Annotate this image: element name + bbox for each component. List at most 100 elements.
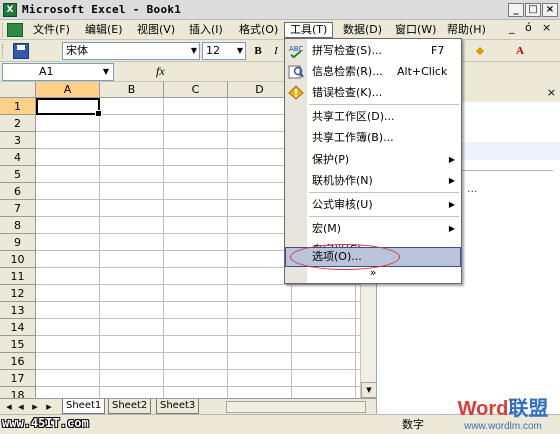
row-header[interactable]: 16 <box>0 353 36 370</box>
active-cell-a1[interactable] <box>36 98 102 117</box>
font-name-value: 宋体 <box>66 44 88 57</box>
font-size-select[interactable]: 12 ▼ <box>202 42 246 60</box>
menu-item-error-check[interactable]: 错误检查(K)... <box>285 82 461 103</box>
doc-restore-button[interactable]: ó <box>520 20 537 36</box>
column-header-a[interactable]: A <box>36 82 100 98</box>
maximize-button[interactable]: □ <box>525 3 541 17</box>
spellcheck-icon: ABC <box>288 43 304 59</box>
error-check-icon <box>288 85 304 100</box>
menu-item-shared-workspace[interactable]: 共享工作区(D)... <box>285 106 461 127</box>
menu-item-share-workbook[interactable]: 共享工作簿(B)... <box>285 127 461 148</box>
close-button[interactable]: × <box>542 3 558 17</box>
column-header-d[interactable]: D <box>228 82 292 98</box>
row-header[interactable]: 5 <box>0 166 36 183</box>
bold-button[interactable]: B <box>250 43 266 59</box>
document-icon[interactable] <box>7 23 23 37</box>
row-header[interactable]: 4 <box>0 149 36 166</box>
toolbar-grip[interactable] <box>2 44 5 58</box>
menu-grip[interactable] <box>2 23 5 37</box>
menu-item-spellcheck[interactable]: ABC 拼写检查(S)... F7 <box>285 40 461 61</box>
save-icon[interactable] <box>13 43 29 59</box>
close-icon[interactable]: × <box>547 86 556 99</box>
column-header-b[interactable]: B <box>100 82 164 98</box>
menu-separator <box>309 104 459 105</box>
row-header[interactable]: 11 <box>0 268 36 285</box>
menu-bar: 文件(F) 编辑(E) 视图(V) 插入(I) 格式(O) 工具(T) 数据(D… <box>0 20 560 40</box>
formatting-toolbar: 宋体 ▼ 12 ▼ B I ◆ A <box>0 40 560 62</box>
menu-separator <box>309 216 459 217</box>
chevron-down-icon[interactable]: ▼ <box>103 64 109 80</box>
sheet-tab-bar: ◀ ◀ ▶ ▶ Sheet1 Sheet2 Sheet3 <box>0 398 376 414</box>
window-title: Microsoft Excel - Book1 <box>22 3 182 16</box>
submenu-arrow-icon: ▶ <box>448 224 455 233</box>
doc-close-button[interactable]: × <box>537 20 556 36</box>
row-header[interactable]: 14 <box>0 319 36 336</box>
watermark-cn: 联盟 <box>508 398 549 420</box>
sheet-tab-3[interactable]: Sheet3 <box>156 399 200 414</box>
watermark-url: www.wordlm.com <box>464 421 542 432</box>
font-size-value: 12 <box>206 44 220 57</box>
row-header[interactable]: 9 <box>0 234 36 251</box>
submenu-arrow-icon: ▶ <box>448 200 455 209</box>
watermark-left: www.45IT.com <box>2 416 89 430</box>
next-sheet-icon[interactable]: ▶ <box>30 401 40 413</box>
row-header[interactable]: 2 <box>0 115 36 132</box>
row-header[interactable]: 12 <box>0 285 36 302</box>
menu-format[interactable]: 格式(O) <box>234 22 283 38</box>
menu-tools[interactable]: 工具(T) <box>284 22 334 38</box>
row-header[interactable]: 6 <box>0 183 36 200</box>
scroll-down-icon[interactable]: ▼ <box>361 382 377 398</box>
menu-item-research[interactable]: 信息检索(R)... Alt+Click <box>285 61 461 82</box>
last-sheet-icon[interactable]: ▶ <box>44 401 54 413</box>
prev-sheet-icon[interactable]: ◀ <box>16 401 26 413</box>
submenu-arrow-icon: ▶ <box>448 155 455 164</box>
name-box-value: A1 <box>39 65 54 78</box>
menu-item-formula-auditing[interactable]: 公式审核(U) ▶ <box>285 194 461 215</box>
menu-item-protection[interactable]: 保护(P) ▶ <box>285 149 461 170</box>
excel-app-icon[interactable]: X <box>3 3 17 17</box>
row-header[interactable]: 8 <box>0 217 36 234</box>
menu-item-online-collaboration[interactable]: 联机协作(N) ▶ <box>285 170 461 191</box>
menu-data[interactable]: 数据(D) <box>338 22 387 38</box>
menu-view[interactable]: 视图(V) <box>132 22 180 38</box>
first-sheet-icon[interactable]: ◀ <box>4 401 14 413</box>
menu-help[interactable]: 帮助(H) <box>442 22 491 38</box>
font-name-select[interactable]: 宋体 ▼ <box>62 42 200 60</box>
doc-minimize-button[interactable]: _ <box>504 20 520 36</box>
font-color-icon[interactable]: A <box>512 43 528 59</box>
select-all-corner[interactable] <box>0 82 36 98</box>
submenu-arrow-icon: ▶ <box>448 176 455 185</box>
sheet-tab-1[interactable]: Sheet1 <box>62 399 106 414</box>
row-header[interactable]: 17 <box>0 370 36 387</box>
task-pane-link[interactable]: ... <box>467 182 478 195</box>
row-header[interactable]: 7 <box>0 200 36 217</box>
minimize-button[interactable]: _ <box>508 3 524 17</box>
name-box[interactable]: A1 ▼ <box>2 63 114 81</box>
horizontal-scrollbar[interactable] <box>226 401 366 413</box>
row-header[interactable]: 1 <box>0 98 36 115</box>
title-bar: X Microsoft Excel - Book1 _ □ × <box>0 0 560 20</box>
chevron-down-icon[interactable]: ▼ <box>191 43 197 59</box>
italic-button[interactable]: I <box>268 43 284 59</box>
row-header[interactable]: 18 <box>0 387 36 398</box>
fill-color-icon[interactable]: ◆ <box>472 43 488 59</box>
insert-function-icon[interactable]: fx <box>156 64 165 79</box>
menu-edit[interactable]: 编辑(E) <box>80 22 128 38</box>
row-header[interactable]: 15 <box>0 336 36 353</box>
menu-file[interactable]: 文件(F) <box>28 22 75 38</box>
research-icon <box>288 64 304 79</box>
watermark-word: Word <box>457 398 509 420</box>
watermark-right: Word联盟 www.wordlm.com <box>448 392 558 434</box>
menu-window[interactable]: 窗口(W) <box>390 22 441 38</box>
highlight-circle <box>290 244 400 270</box>
chevron-down-icon[interactable]: ▼ <box>237 43 243 59</box>
row-header[interactable]: 10 <box>0 251 36 268</box>
row-header[interactable]: 3 <box>0 132 36 149</box>
menu-separator <box>309 192 459 193</box>
menu-item-macro[interactable]: 宏(M) ▶ <box>285 218 461 239</box>
column-header-c[interactable]: C <box>164 82 228 98</box>
sheet-tab-2[interactable]: Sheet2 <box>108 399 152 414</box>
row-header[interactable]: 13 <box>0 302 36 319</box>
menu-insert[interactable]: 插入(I) <box>184 22 228 38</box>
numlock-indicator: 数字 <box>402 418 424 431</box>
